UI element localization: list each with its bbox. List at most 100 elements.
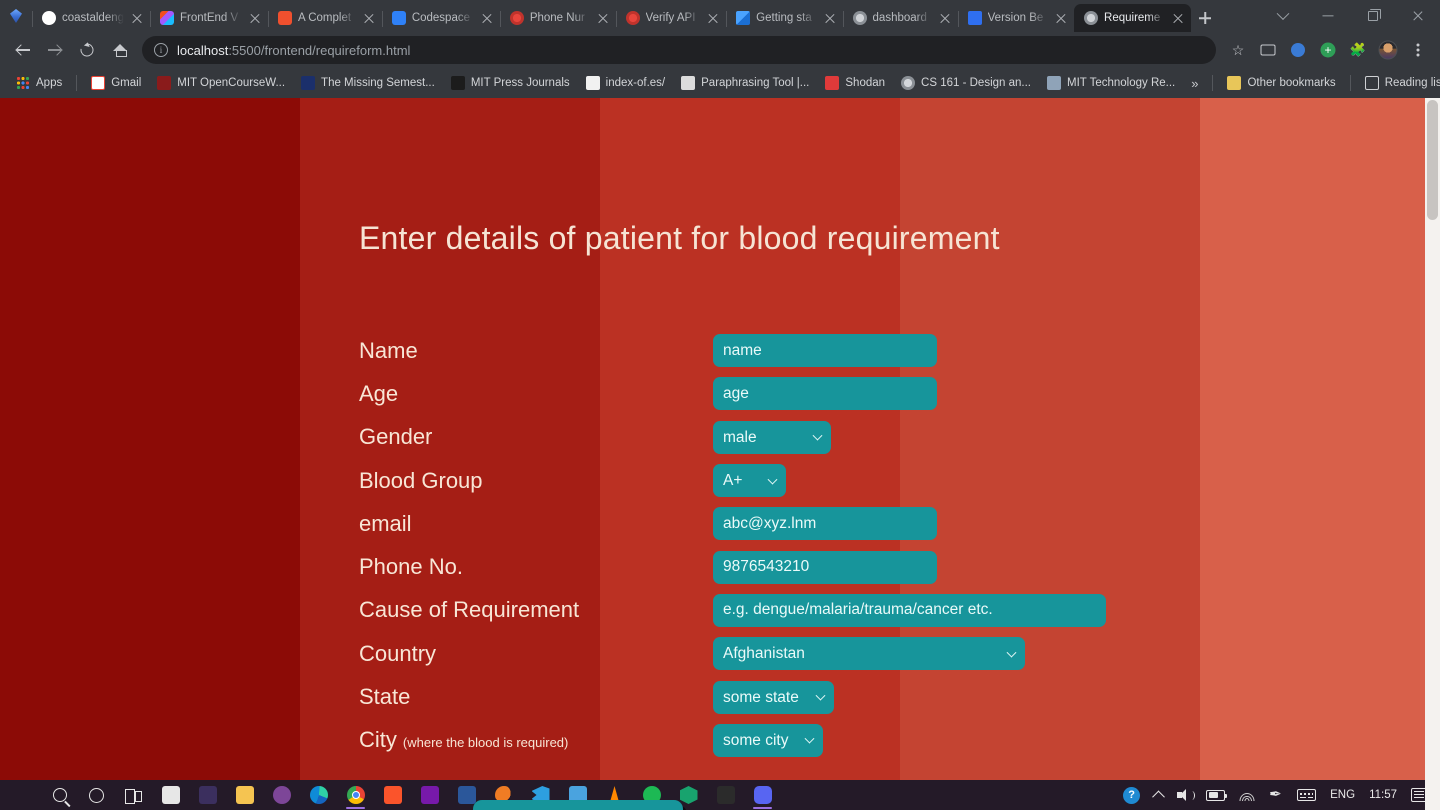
other-bookmarks-button[interactable]: Other bookmarks — [1219, 71, 1343, 95]
state-select[interactable]: some state — [713, 680, 834, 714]
city-select[interactable]: some city — [713, 723, 823, 757]
browser-tab[interactable]: Verify API — [615, 4, 727, 32]
browser-tab[interactable]: Getting sta — [726, 4, 842, 32]
phone-input[interactable] — [713, 550, 937, 584]
discord-icon — [753, 786, 772, 804]
search-button[interactable] — [41, 780, 78, 810]
age-input[interactable] — [713, 377, 937, 411]
country-select[interactable]: AfghanistanAlbaniaAlgeria — [713, 637, 1025, 671]
scrollbar-thumb[interactable] — [1427, 100, 1438, 220]
close-icon[interactable] — [1054, 11, 1068, 25]
onenote-button[interactable] — [411, 780, 448, 810]
close-icon[interactable] — [706, 11, 720, 25]
bookmarks-overflow-button[interactable]: » — [1183, 76, 1206, 91]
address-bar[interactable]: localhost:5500/frontend/requireform.html — [142, 36, 1216, 64]
help-icon[interactable]: ? — [1116, 780, 1147, 810]
wifi-icon[interactable] — [1232, 780, 1262, 810]
close-icon[interactable] — [248, 11, 262, 25]
file-explorer-button[interactable] — [226, 780, 263, 810]
forward-button[interactable] — [40, 35, 70, 65]
pen-icon[interactable]: ✒ — [1262, 780, 1290, 810]
close-button[interactable] — [1395, 0, 1440, 32]
browser-tab[interactable]: dashboard — [842, 4, 958, 32]
bookmark-item[interactable]: Apps — [8, 71, 70, 95]
bookmark-item[interactable]: MIT Technology Re... — [1039, 71, 1183, 95]
browser-tab[interactable]: Version Be — [957, 4, 1074, 32]
field-control-wrapper: A+A-B+B-AB+AB-O+O- — [713, 464, 786, 498]
bookmark-star-icon[interactable]: ☆ — [1224, 36, 1252, 64]
close-icon[interactable] — [938, 11, 952, 25]
home-button[interactable] — [104, 35, 134, 65]
language-indicator[interactable]: ENG — [1323, 780, 1362, 810]
browser-tab[interactable]: Requireme — [1074, 4, 1192, 32]
close-icon[interactable] — [480, 11, 494, 25]
clock[interactable]: 11:57 — [1362, 780, 1404, 810]
close-icon[interactable] — [596, 11, 610, 25]
tor-button[interactable] — [263, 780, 300, 810]
volume-icon[interactable] — [1170, 780, 1199, 810]
cause-input[interactable] — [713, 593, 1106, 627]
address-host: localhost — [177, 42, 229, 58]
bookmark-item[interactable]: MIT Press Journals — [443, 71, 578, 95]
cast-icon[interactable] — [1254, 36, 1282, 64]
bookmark-item[interactable]: Gmail — [83, 71, 149, 95]
media-player-button[interactable] — [189, 780, 226, 810]
battery-icon[interactable] — [1199, 780, 1232, 810]
bookmark-label: Paraphrasing Tool |... — [701, 77, 810, 89]
tab-search-button[interactable] — [1260, 0, 1305, 32]
browser-tab[interactable]: Codespace — [381, 4, 500, 32]
reading-list-button[interactable]: Reading list — [1357, 71, 1440, 95]
circle-icon — [88, 786, 106, 804]
puzzle-icon[interactable]: 🧩 — [1344, 36, 1372, 64]
cortana-button[interactable] — [78, 780, 115, 810]
terminal-button[interactable] — [707, 780, 744, 810]
edge-button[interactable] — [300, 780, 337, 810]
field-label-note: (where the blood is required) — [402, 735, 569, 751]
gender-select[interactable]: malefemaleother — [713, 420, 831, 454]
close-icon[interactable] — [1171, 11, 1185, 25]
field-control-wrapper: some state — [713, 680, 834, 714]
name-input[interactable] — [713, 334, 937, 368]
touch-keyboard-icon[interactable] — [1290, 780, 1323, 810]
submit-request-button[interactable]: Submit a request — [473, 800, 684, 810]
bookmark-item[interactable]: Paraphrasing Tool |... — [673, 71, 817, 95]
browser-tab[interactable]: coastaldeng — [32, 4, 150, 32]
email-input[interactable] — [713, 507, 937, 541]
back-button[interactable] — [8, 35, 38, 65]
bookmark-item[interactable]: MIT OpenCourseW... — [149, 71, 293, 95]
extension-blue-icon[interactable] — [1284, 36, 1312, 64]
avatar[interactable] — [1374, 36, 1402, 64]
show-hidden-icons-button[interactable] — [1147, 780, 1170, 810]
extension-green-icon[interactable] — [1314, 36, 1342, 64]
kebab-menu-icon[interactable] — [1404, 36, 1432, 64]
discord-button[interactable] — [744, 780, 781, 810]
browser-tab[interactable]: A Complet — [268, 4, 382, 32]
maximize-button[interactable] — [1350, 0, 1395, 32]
start-button[interactable] — [4, 780, 41, 810]
store-button[interactable] — [152, 780, 189, 810]
chrome-button[interactable] — [337, 780, 374, 810]
close-icon[interactable] — [823, 11, 837, 25]
bookmark-item[interactable]: Shodan — [817, 71, 893, 95]
close-icon[interactable] — [130, 11, 144, 25]
page-viewport: Enter details of patient for blood requi… — [0, 98, 1440, 810]
running-indicator — [346, 807, 365, 809]
bookmark-item[interactable]: index-of.es/ — [578, 71, 673, 95]
vertical-scrollbar[interactable] — [1425, 98, 1440, 810]
new-tab-button[interactable] — [1191, 4, 1219, 32]
info-circle-icon[interactable] — [154, 43, 168, 57]
field-control-wrapper — [713, 377, 937, 411]
bookmark-item[interactable]: CS 161 - Design an... — [893, 71, 1039, 95]
browser-tab[interactable]: FrontEnd V — [150, 4, 268, 32]
tab-title: Codespace — [411, 12, 470, 24]
minimize-button[interactable] — [1305, 0, 1350, 32]
brave-button[interactable] — [374, 780, 411, 810]
blood-group-select[interactable]: A+A-B+B-AB+AB-O+O- — [713, 464, 786, 498]
browser-tab[interactable]: Phone Nur — [499, 4, 616, 32]
reload-button[interactable] — [72, 35, 102, 65]
task-view-button[interactable] — [115, 780, 152, 810]
bookmark-item[interactable]: The Missing Semest... — [293, 71, 443, 95]
blood-requirement-form: Name Age Gender malefemaleother Blood Group A… — [359, 329, 1106, 762]
window-controls — [1260, 0, 1440, 32]
close-icon[interactable] — [362, 11, 376, 25]
